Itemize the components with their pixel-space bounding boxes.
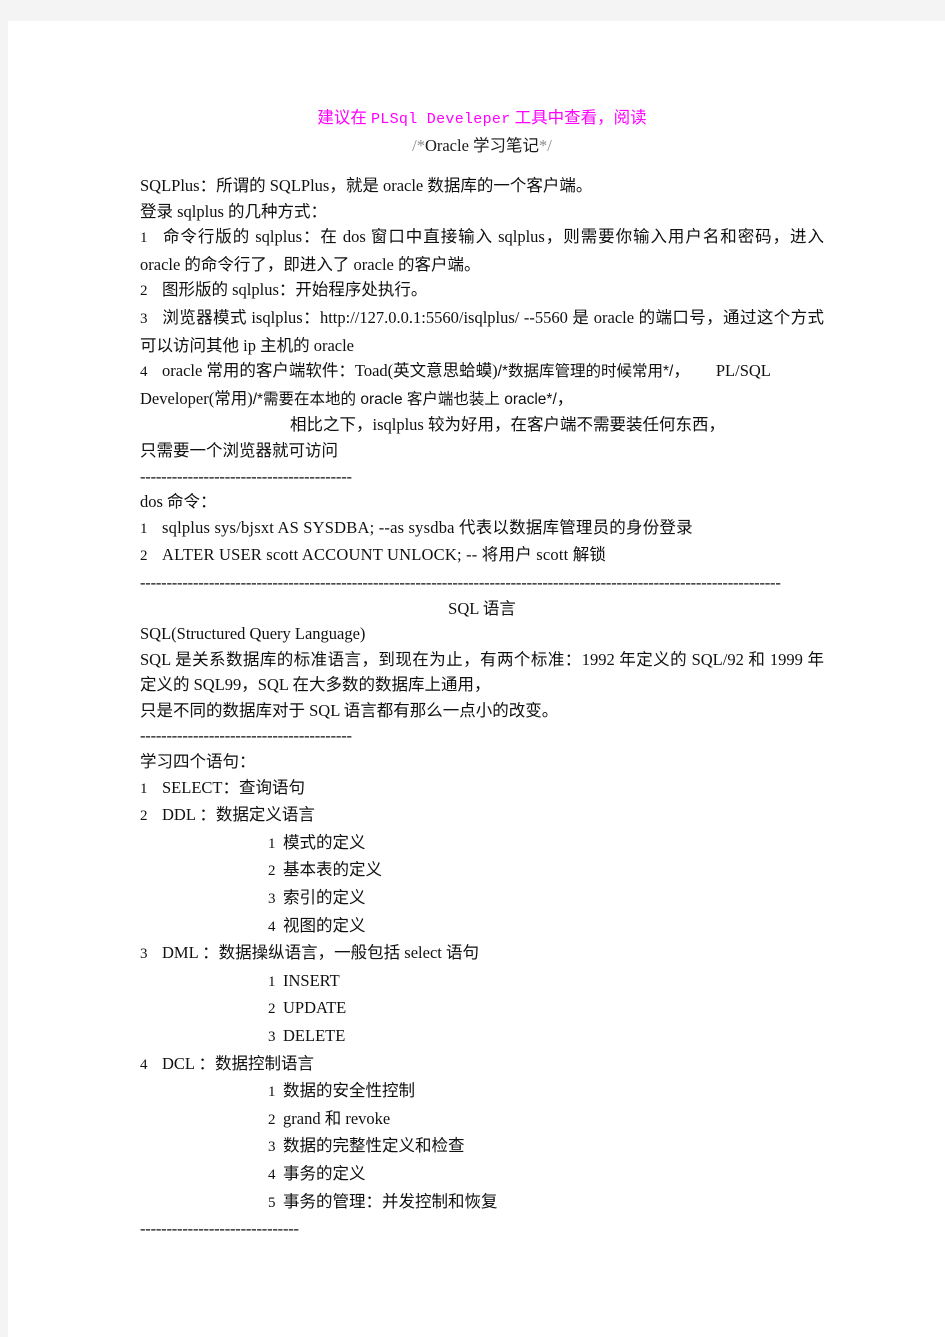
dml-sub-item: 1 INSERT [140,968,824,996]
statement-dcl: 4 DCL ：数据控制语言 [140,1051,824,1079]
dcl-sub-item-number: 5 [268,1194,276,1211]
dos-command-1-text: sqlplus sys/bjsxt AS SYSDBA; --as sysdba… [162,517,693,537]
dos-command-2-number: 2 [140,548,148,565]
ddl-sub-item-number: 1 [268,835,276,852]
ddl-sub-item: 1 模式的定义 [140,830,824,858]
dml-sub-item-label: INSERT [283,970,340,990]
list-item-4-text-b: ， [673,361,690,381]
list-item-3-number: 3 [140,310,148,327]
ddl-sub-item-number: 2 [268,863,276,880]
list-item-4-tail-line-2: 只需要一个浏览器就可访问 [140,440,338,460]
document-subtitle: /*Oracle 学习笔记*/ [140,133,824,159]
list-item-4-tail-line-1: 相比之下，isqlplus 较为好用，在客户端不需要装任何东西， [140,412,824,438]
statement-select-number: 1 [140,780,148,797]
dcl-sub-item-number: 2 [268,1111,276,1128]
ddl-sub-item: 2 基本表的定义 [140,857,824,885]
four-statements-heading: 学习四个语句： [140,752,256,772]
statement-dcl-text: DCL ：数据控制语言 [162,1053,315,1073]
list-item-4-tail-text-1: 相比之下，isqlplus 较为好用，在客户端不需要装任何东西， [290,415,725,435]
dcl-sub-item: 3 数据的完整性定义和检查 [140,1133,824,1161]
dml-sub-item-label: UPDATE [283,998,347,1018]
dml-sub-item: 2 UPDATE [140,995,824,1023]
list-item-4-comment-2: /*需要在本地的 oracle 客户端也装上 oracle*/ [252,390,557,408]
statement-dcl-number: 4 [140,1056,148,1073]
dcl-sub-item-number: 4 [268,1166,276,1183]
statement-select: 1 SELECT：查询语句 [140,775,824,803]
ddl-sub-item-label: 基本表的定义 [283,860,382,880]
dcl-sub-item-number: 3 [268,1139,276,1156]
ddl-sub-item-label: 模式的定义 [283,832,366,852]
list-item-2: 2 图形版的 sqlplus：开始程序处执行。 [140,277,824,305]
advice-title-tool: PLSql Develeper [370,111,511,128]
ddl-sub-item-number: 4 [268,918,276,935]
list-item-4-number: 4 [140,364,148,381]
document-subtitle-text: Oracle 学习笔记 [424,136,540,155]
dcl-sub-item-label: 数据的安全性控制 [283,1081,415,1101]
dml-sub-item-number: 2 [268,1001,276,1018]
list-item-1: 1 命令行版的 sqlplus：在 dos 窗口中直接输入 sqlplus，则需要… [140,224,824,277]
advice-title-prefix: 建议在 [317,108,371,127]
dml-sub-item-number: 3 [268,1029,276,1045]
sql-full-name: SQL(Structured Query Language) [140,624,366,644]
statement-dml-number: 3 [140,946,148,963]
dos-command-2: 2 ALTER USER scott ACCOUNT UNLOCK; -- 将用户… [140,542,824,570]
dos-command-1: 1 sqlplus sys/bjsxt AS SYSDBA; --as sysdb… [140,515,824,543]
list-item-4-comment-1: /*数据库管理的时候常用*/ [497,363,674,381]
ddl-sub-item-label: 视图的定义 [283,915,366,935]
dml-sub-item-label: DELETE [283,1026,346,1045]
advice-title-suffix: 工具中查看，阅读 [510,108,647,127]
dcl-sub-item: 4 事务的定义 [140,1161,824,1189]
list-item-4-text-d: ， [556,388,574,408]
paragraph-login-methods: 登录 sqlplus 的几种方式： [140,201,328,221]
ddl-sub-item-number: 3 [268,891,276,908]
list-item-1-text: 命令行版的 sqlplus：在 dos 窗口中直接输入 sqlplus，则需要你… [140,227,824,274]
list-item-4-text-a: oracle 常用的客户端软件：Toad(英文意思蛤蟆) [162,361,498,381]
document-page: 建议在 PLSql Develeper 工具中查看，阅读 /*Oracle 学习… [8,21,945,1337]
dos-command-1-number: 1 [140,520,148,537]
comment-open-marker: /* [412,136,425,155]
list-item-2-number: 2 [140,283,148,300]
sql-standards-paragraph: SQL 是关系数据库的标准语言，到现在为止，有两个标准：1992 年定义的 SQ… [140,649,824,695]
statement-select-text: SELECT：查询语句 [162,777,305,797]
list-item-4: 4 oracle 常用的客户端软件：Toad(英文意思蛤蟆)/*数据库管理的时候常… [140,358,824,412]
list-item-3: 3 浏览器模式 isqlplus：http://127.0.0.1:5560/is… [140,305,824,358]
dml-sub-item-number: 1 [268,973,276,990]
ddl-sub-item-label: 索引的定义 [283,888,366,908]
ddl-sub-item: 4 视图的定义 [140,913,824,941]
statement-dml: 3 DML ：数据操纵语言，一般包括 select 语句 [140,940,824,968]
separator-1: ---------------------------------------- [140,466,352,486]
dml-sub-item: 3 DELETE [140,1023,824,1051]
dos-command-2-text: ALTER USER scott ACCOUNT UNLOCK; -- 将用户 … [162,545,607,565]
document-content: 建议在 PLSql Develeper 工具中查看，阅读 /*Oracle 学习… [140,105,824,1242]
dcl-sub-item-label: 事务的管理：并发控制和恢复 [283,1191,498,1211]
separator-2: ----------------------------------------… [140,572,781,592]
ddl-sub-item: 3 索引的定义 [140,885,824,913]
separator-3: ---------------------------------------- [140,726,352,746]
comment-close-marker: */ [539,136,552,155]
dcl-sub-item: 2 grand 和 revoke [140,1106,824,1134]
sql-dialects-paragraph: 只是不同的数据库对于 SQL 语言都有那么一点小的改变。 [140,700,559,720]
dos-commands-heading: dos 命令： [140,492,217,512]
dcl-sub-item: 1 数据的安全性控制 [140,1078,824,1106]
statement-dml-text: DML ：数据操纵语言，一般包括 select 语句 [162,943,479,963]
sql-language-heading: SQL 语言 [448,598,516,618]
paragraph-sqlplus-intro: SQLPlus：所谓的 SQLPlus，就是 oracle 数据库的一个客户端。 [140,176,593,195]
statement-ddl-number: 2 [140,808,148,825]
dcl-sub-item-label: 数据的完整性定义和检查 [283,1136,465,1156]
statement-ddl: 2 DDL ：数据定义语言 [140,802,824,830]
dcl-sub-item-number: 1 [268,1084,276,1101]
list-item-2-text: 图形版的 sqlplus：开始程序处执行。 [162,280,428,300]
separator-4: ------------------------------ [140,1219,299,1239]
list-item-1-number: 1 [140,230,148,247]
dcl-sub-item-label: 事务的定义 [283,1163,366,1183]
list-item-3-text: 浏览器模式 isqlplus：http://127.0.0.1:5560/isq… [140,307,824,355]
dcl-sub-item: 5 事务的管理：并发控制和恢复 [140,1189,824,1217]
statement-ddl-text: DDL ：数据定义语言 [162,805,315,825]
advice-title: 建议在 PLSql Develeper 工具中查看，阅读 [140,105,824,133]
dcl-sub-item-label: grand 和 revoke [283,1108,391,1128]
